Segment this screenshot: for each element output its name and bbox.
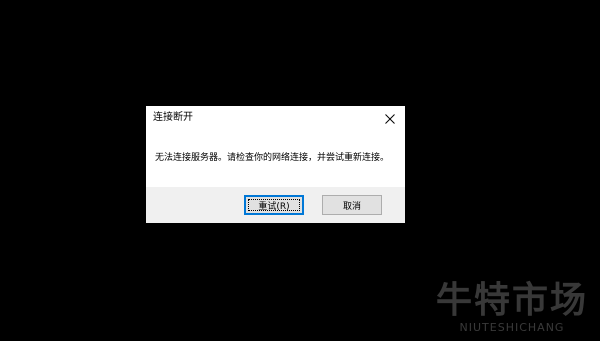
desktop-screen: 连接断开 无法连接服务器。请检查你的网络连接，并尝试重新连接。 重试(R) 取消… bbox=[0, 0, 600, 341]
watermark-chinese-text: 牛特市场 bbox=[435, 280, 588, 321]
watermark-logo: 牛特市场 NIUTESHICHANG bbox=[432, 281, 592, 335]
dialog-titlebar[interactable]: 连接断开 bbox=[146, 106, 405, 131]
retry-button-label: 重试(R) bbox=[258, 201, 290, 212]
watermark-english-text: NIUTESHICHANG bbox=[459, 321, 565, 334]
dialog-message: 无法连接服务器。请检查你的网络连接，并尝试重新连接。 bbox=[155, 153, 390, 163]
cancel-button[interactable]: 取消 bbox=[322, 195, 382, 215]
dialog-title: 连接断开 bbox=[153, 112, 193, 123]
close-icon bbox=[385, 113, 395, 124]
connection-lost-dialog: 连接断开 无法连接服务器。请检查你的网络连接，并尝试重新连接。 重试(R) 取消 bbox=[146, 106, 405, 223]
retry-button[interactable]: 重试(R) bbox=[244, 195, 304, 215]
dialog-footer: 重试(R) 取消 bbox=[146, 187, 405, 223]
dialog-content: 无法连接服务器。请检查你的网络连接，并尝试重新连接。 bbox=[146, 131, 405, 187]
close-button[interactable] bbox=[375, 106, 405, 131]
cancel-button-label: 取消 bbox=[342, 201, 361, 212]
